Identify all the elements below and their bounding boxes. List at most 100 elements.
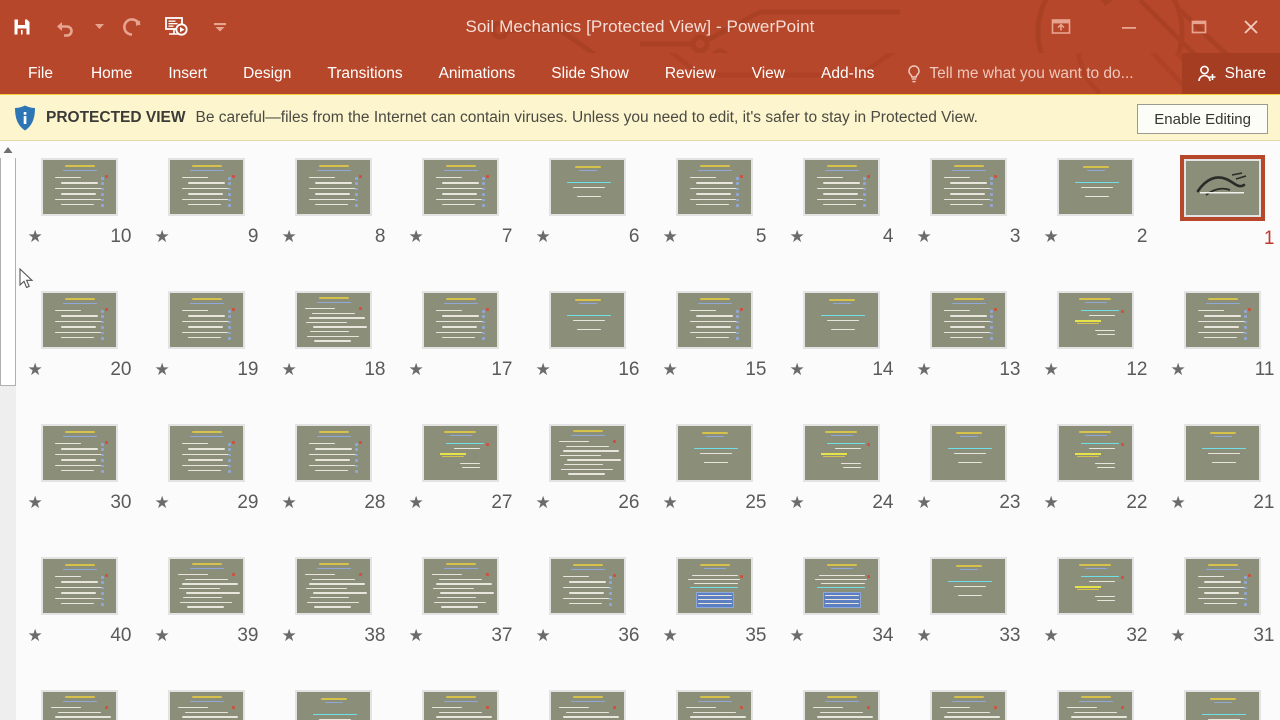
- slide-preview[interactable]: [422, 291, 499, 349]
- slide-preview[interactable]: [549, 291, 626, 349]
- animation-star-icon[interactable]: ★: [790, 228, 805, 245]
- slide-thumbnail-cell[interactable]: ★ 9: [143, 155, 270, 246]
- slide-thumbnail-cell[interactable]: ★ 33: [905, 554, 1032, 645]
- save-button[interactable]: [0, 7, 44, 47]
- slide-preview[interactable]: [295, 291, 372, 349]
- animation-star-icon[interactable]: ★: [28, 361, 43, 378]
- slide-preview[interactable]: [1057, 424, 1134, 482]
- slide-thumbnail-cell[interactable]: ★ 38: [270, 554, 397, 645]
- animation-star-icon[interactable]: ★: [917, 494, 932, 511]
- slide-thumbnail[interactable]: [927, 554, 1010, 618]
- slide-thumbnail-cell[interactable]: ★ 13: [905, 288, 1032, 379]
- slide-preview[interactable]: [549, 158, 626, 216]
- slide-thumbnail[interactable]: [1054, 554, 1137, 618]
- slide-thumbnail-cell[interactable]: ★ 21: [1159, 421, 1280, 512]
- slide-thumbnail[interactable]: [419, 421, 502, 485]
- animation-star-icon[interactable]: ★: [663, 494, 678, 511]
- slide-preview[interactable]: [422, 690, 499, 720]
- slide-preview[interactable]: [930, 158, 1007, 216]
- slide-preview[interactable]: [295, 424, 372, 482]
- slide-thumbnail[interactable]: [1054, 421, 1137, 485]
- animation-star-icon[interactable]: ★: [155, 627, 170, 644]
- slide-preview[interactable]: [803, 690, 880, 720]
- slide-thumbnail[interactable]: [927, 288, 1010, 352]
- slide-thumbnail[interactable]: [800, 155, 883, 219]
- animation-star-icon[interactable]: ★: [536, 494, 551, 511]
- slide-preview[interactable]: [41, 690, 118, 720]
- slide-thumbnail[interactable]: [1181, 421, 1264, 485]
- slide-thumbnail-cell[interactable]: ★ 5: [651, 155, 778, 246]
- slide-thumbnail[interactable]: [546, 155, 629, 219]
- slide-thumbnail-cell[interactable]: [143, 687, 270, 720]
- slide-thumbnail[interactable]: [1054, 288, 1137, 352]
- slide-thumbnail[interactable]: [673, 687, 756, 720]
- slide-thumbnail[interactable]: [38, 421, 121, 485]
- slide-preview[interactable]: [168, 690, 245, 720]
- slide-thumbnail-cell[interactable]: ★ 2: [1032, 155, 1159, 246]
- tab-design[interactable]: Design: [225, 53, 309, 94]
- slide-thumbnail-cell[interactable]: ★ 18: [270, 288, 397, 379]
- animation-star-icon[interactable]: ★: [1044, 494, 1059, 511]
- slide-thumbnail-cell[interactable]: ★ 28: [270, 421, 397, 512]
- slide-thumbnail[interactable]: [165, 687, 248, 720]
- animation-star-icon[interactable]: ★: [790, 361, 805, 378]
- slide-preview[interactable]: [930, 424, 1007, 482]
- slide-preview[interactable]: [1184, 291, 1261, 349]
- tab-animations[interactable]: Animations: [421, 53, 534, 94]
- animation-star-icon[interactable]: ★: [409, 494, 424, 511]
- animation-star-icon[interactable]: ★: [663, 627, 678, 644]
- slide-preview[interactable]: [1184, 557, 1261, 615]
- animation-star-icon[interactable]: ★: [917, 627, 932, 644]
- undo-button[interactable]: [44, 7, 88, 47]
- animation-star-icon[interactable]: ★: [155, 361, 170, 378]
- slide-thumbnail[interactable]: [292, 554, 375, 618]
- animation-star-icon[interactable]: ★: [1044, 361, 1059, 378]
- slide-preview[interactable]: [1184, 690, 1261, 720]
- slide-thumbnail-cell[interactable]: ★ 23: [905, 421, 1032, 512]
- slide-thumbnail-cell[interactable]: ★ 26: [524, 421, 651, 512]
- slide-preview[interactable]: [295, 690, 372, 720]
- slide-thumbnail-cell[interactable]: ★ 36: [524, 554, 651, 645]
- slide-preview[interactable]: [930, 291, 1007, 349]
- slide-preview[interactable]: [422, 158, 499, 216]
- animation-star-icon[interactable]: ★: [1171, 627, 1186, 644]
- slide-preview[interactable]: [1057, 158, 1134, 216]
- slide-thumbnail[interactable]: [165, 155, 248, 219]
- slide-thumbnail[interactable]: [546, 554, 629, 618]
- slide-thumbnail-cell[interactable]: ★ 3: [905, 155, 1032, 246]
- slide-thumbnail[interactable]: [800, 554, 883, 618]
- slide-preview[interactable]: [549, 690, 626, 720]
- restore-button[interactable]: [1164, 0, 1234, 53]
- slide-preview[interactable]: [168, 557, 245, 615]
- slide-thumbnail-cell[interactable]: ★ 8: [270, 155, 397, 246]
- slide-thumbnail-cell[interactable]: ★ 27: [397, 421, 524, 512]
- slide-thumbnail[interactable]: [165, 288, 248, 352]
- animation-star-icon[interactable]: ★: [1044, 228, 1059, 245]
- slide-thumbnail[interactable]: [800, 687, 883, 720]
- slide-preview[interactable]: [930, 690, 1007, 720]
- slide-thumbnail-cell[interactable]: [397, 687, 524, 720]
- slide-thumbnail-cell[interactable]: ★ 37: [397, 554, 524, 645]
- tab-file[interactable]: File: [8, 53, 73, 94]
- slide-preview[interactable]: [549, 424, 626, 482]
- slide-thumbnail-cell[interactable]: [1032, 687, 1159, 720]
- slide-thumbnail-cell[interactable]: ★ 35: [651, 554, 778, 645]
- slide-thumbnail[interactable]: [419, 554, 502, 618]
- slide-thumbnail-cell[interactable]: ★ 17: [397, 288, 524, 379]
- share-button[interactable]: Share: [1181, 53, 1280, 94]
- slide-thumbnail-cell[interactable]: ★ 22: [1032, 421, 1159, 512]
- slide-thumbnail[interactable]: [800, 288, 883, 352]
- animation-star-icon[interactable]: ★: [409, 627, 424, 644]
- undo-dropdown-button[interactable]: [88, 7, 110, 47]
- animation-star-icon[interactable]: ★: [663, 228, 678, 245]
- scroll-up-button[interactable]: [0, 141, 16, 158]
- slide-preview[interactable]: [1057, 557, 1134, 615]
- slide-thumbnail[interactable]: [1181, 687, 1264, 720]
- animation-star-icon[interactable]: ★: [790, 627, 805, 644]
- slide-thumbnail[interactable]: [927, 421, 1010, 485]
- slide-preview[interactable]: [803, 557, 880, 615]
- slide-preview[interactable]: [422, 424, 499, 482]
- animation-star-icon[interactable]: ★: [1171, 361, 1186, 378]
- slide-thumbnail[interactable]: [927, 155, 1010, 219]
- animation-star-icon[interactable]: ★: [28, 494, 43, 511]
